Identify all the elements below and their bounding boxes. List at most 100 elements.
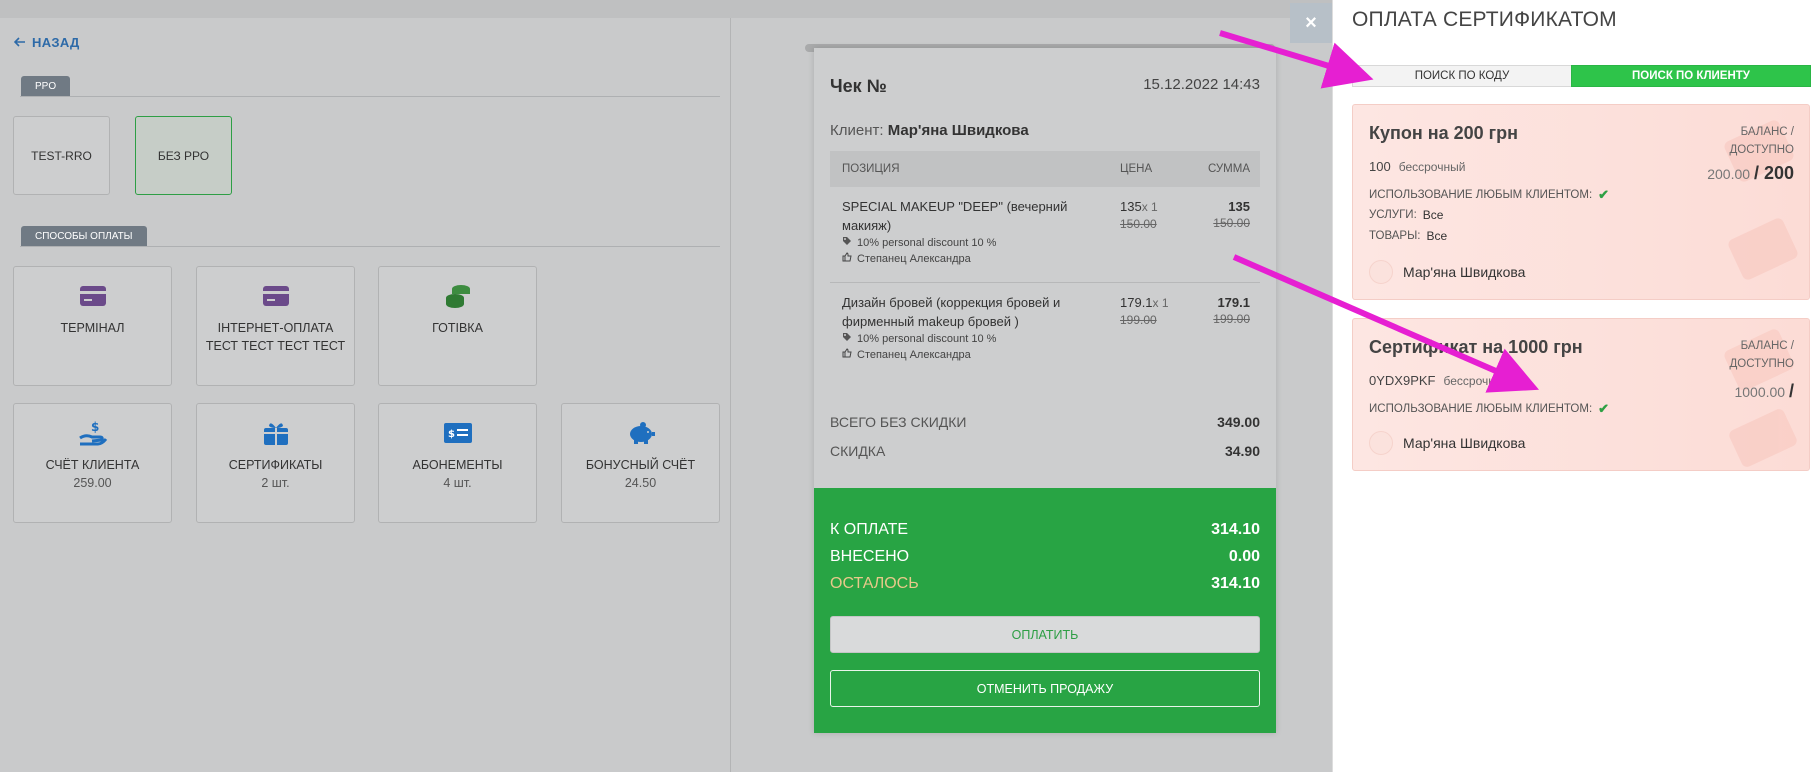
client-name[interactable]: Мар'яна Швидкова [888, 122, 1029, 139]
any-client-label: ИСПОЛЬЗОВАНИЕ ЛЮБЫМ КЛИЕНТОМ: [1369, 403, 1593, 415]
certificate-owner: Мар'яна Швидкова [1369, 260, 1525, 284]
item-name: Дизайн бровей (коррекция бровей и фирмен… [842, 295, 1061, 329]
paid-value: 0.00 [1228, 548, 1260, 565]
discount-row: СКИДКА 34.90 [830, 443, 1260, 459]
divider [20, 246, 720, 247]
pay-button[interactable]: ОПЛАТИТЬ [830, 616, 1260, 653]
owner-name: Мар'яна Швидкова [1403, 435, 1526, 451]
item-discount-text: 10% personal discount 10 % [857, 333, 997, 345]
payment-pane: НАЗАД PPO TEST-RRO БЕЗ РРО СПОСОБЫ ОПЛАТ… [0, 18, 731, 772]
item-discount-text: 10% personal discount 10 % [857, 237, 997, 249]
pay-method-label: ТЕРМІНАЛ [60, 321, 125, 335]
gift-icon [262, 420, 290, 446]
certificate-term: бессрочный [1443, 374, 1511, 388]
credit-card-icon [79, 283, 107, 309]
goods-value: Все [1426, 229, 1448, 243]
to-pay-value: 314.10 [1211, 521, 1260, 538]
arrow-left-icon [13, 35, 26, 50]
certificate-code: 100 [1369, 159, 1391, 174]
cancel-sale-button[interactable]: ОТМЕНИТЬ ПРОДАЖУ [830, 670, 1260, 707]
tag-icon [842, 235, 852, 251]
item-qty: x 1 [1152, 296, 1169, 310]
receipt-item[interactable]: Дизайн бровей (коррекция бровей и фирмен… [830, 283, 1260, 379]
receipt-client: Клиент: Мар'яна Швидкова [830, 122, 1029, 139]
certificate-title: Купон на 200 грн [1369, 123, 1519, 143]
pay-method-value: 24.50 [624, 476, 657, 490]
svg-text:$: $ [448, 429, 455, 440]
discount-label: СКИДКА [830, 443, 886, 459]
item-discount: 10% personal discount 10 % [842, 331, 1120, 347]
pay-method-client-account[interactable]: $ СЧЁТ КЛИЕНТА 259.00 [13, 403, 172, 523]
item-old-sum: 199.00 [1213, 312, 1250, 326]
certificate-code-row: 100 бессрочный [1369, 159, 1465, 174]
avatar [1369, 260, 1393, 284]
tab-search-by-client[interactable]: ПОИСК ПО КЛИЕНТУ [1571, 65, 1811, 87]
item-sum: 135 [1228, 199, 1250, 214]
item-old-price: 199.00 [1120, 313, 1157, 327]
certificate-any-client: ИСПОЛЬЗОВАНИЕ ЛЮБЫМ КЛИЕНТОМ: ✔ [1369, 401, 1609, 417]
payment-summary: К ОПЛАТЕ 314.10 ВНЕСЕНО 0.00 ОСТАЛОСЬ 31… [814, 488, 1276, 733]
receipt-date: 15.12.2022 14:43 [1143, 76, 1260, 93]
certificate-services: УСЛУГИ: Все [1369, 208, 1443, 222]
goods-label: ТОВАРЫ: [1369, 230, 1421, 242]
item-master: Степанец Александра [842, 347, 1120, 363]
col-price: ЦЕНА [1120, 163, 1153, 175]
to-pay-label: К ОПЛАТЕ [830, 521, 909, 538]
top-bar [0, 0, 1332, 18]
pay-method-value: 4 шт. [443, 476, 472, 490]
divider [20, 96, 720, 97]
coins-icon [444, 283, 472, 309]
item-old-price: 150.00 [1120, 217, 1157, 231]
back-label: НАЗАД [32, 35, 80, 50]
item-sum: 179.1 [1217, 295, 1250, 310]
credit-card-icon [262, 283, 290, 309]
services-label: УСЛУГИ: [1369, 209, 1417, 221]
balance-value: 200.00 [1707, 166, 1751, 182]
tag-icon [842, 331, 852, 347]
certificate-card[interactable]: Купон на 200 грн 100 бессрочный ИСПОЛЬЗОВ… [1352, 104, 1810, 300]
pay-method-cash[interactable]: ГОТІВКА [378, 266, 537, 386]
pay-method-label: СЧЁТ КЛИЕНТА [45, 458, 140, 472]
receipt-table: ПОЗИЦИЯ ЦЕНА СУММА SPECIAL MAKEUP "DEEP"… [830, 151, 1260, 379]
certificate-card[interactable]: Сертификат на 1000 грн 0YDX9PKF бессрочны… [1352, 318, 1810, 471]
receipt-item[interactable]: SPECIAL MAKEUP "DEEP" (вечерний макияж) … [830, 187, 1260, 283]
close-panel-button[interactable]: × [1290, 3, 1332, 43]
pay-method-certificates[interactable]: СЕРТИФИКАТЫ 2 шт. [196, 403, 355, 523]
pay-method-value: 259.00 [73, 476, 112, 490]
pay-method-value: 2 шт. [261, 476, 290, 490]
rest-value: 314.10 [1211, 575, 1260, 592]
item-qty: x 1 [1141, 200, 1158, 214]
to-pay-row: К ОПЛАТЕ 314.10 [830, 521, 1260, 539]
total-no-discount-row: ВСЕГО БЕЗ СКИДКИ 349.00 [830, 414, 1260, 430]
rro-button-none[interactable]: БЕЗ РРО [135, 116, 232, 195]
total-no-discount-label: ВСЕГО БЕЗ СКИДКИ [830, 414, 967, 430]
pay-method-internet[interactable]: ІНТЕРНЕТ-ОПЛАТА ТЕСТ ТЕСТ ТЕСТ ТЕСТ [196, 266, 355, 386]
item-price: 179.1 [1120, 295, 1153, 310]
certificate-term: бессрочный [1398, 160, 1466, 174]
ticket-icon: $ [443, 420, 473, 446]
certificate-goods: ТОВАРЫ: Все [1369, 229, 1447, 243]
thumbs-up-icon [842, 347, 852, 363]
certificate-balance: 200.00 / 200 [1707, 163, 1794, 184]
pay-method-subscriptions[interactable]: $ АБОНЕМЕНТЫ 4 шт. [378, 403, 537, 523]
back-link[interactable]: НАЗАД [13, 35, 80, 50]
certificate-code-row: 0YDX9PKF бессрочный [1369, 373, 1510, 388]
tab-search-by-code[interactable]: ПОИСК ПО КОДУ [1352, 65, 1572, 87]
certificate-owner: Мар'яна Швидкова [1369, 431, 1525, 455]
certificate-payment-panel: ОПЛАТА СЕРТИФИКАТОМ ПОИСК ПО КОДУ ПОИСК … [1332, 0, 1820, 772]
item-price: 135 [1120, 199, 1142, 214]
pay-method-label: ГОТІВКА [432, 321, 483, 335]
pay-method-bonus[interactable]: БОНУСНЫЙ СЧЁТ 24.50 [561, 403, 720, 523]
avatar [1369, 431, 1393, 455]
available-value: / [1788, 381, 1794, 401]
receipt-table-header: ПОЗИЦИЯ ЦЕНА СУММА [830, 151, 1260, 187]
check-icon: ✔ [1598, 187, 1610, 202]
pay-method-terminal[interactable]: ТЕРМІНАЛ [13, 266, 172, 386]
check-icon: ✔ [1598, 401, 1610, 416]
discount-value: 34.90 [1224, 443, 1260, 459]
payment-section-tab: СПОСОБЫ ОПЛАТЫ [21, 226, 147, 246]
thumbs-up-icon [842, 251, 852, 267]
svg-text:$: $ [91, 420, 99, 434]
receipt: Чек № 15.12.2022 14:43 Клиент: Мар'яна Ш… [814, 48, 1276, 733]
rro-button-test[interactable]: TEST-RRO [13, 116, 110, 195]
